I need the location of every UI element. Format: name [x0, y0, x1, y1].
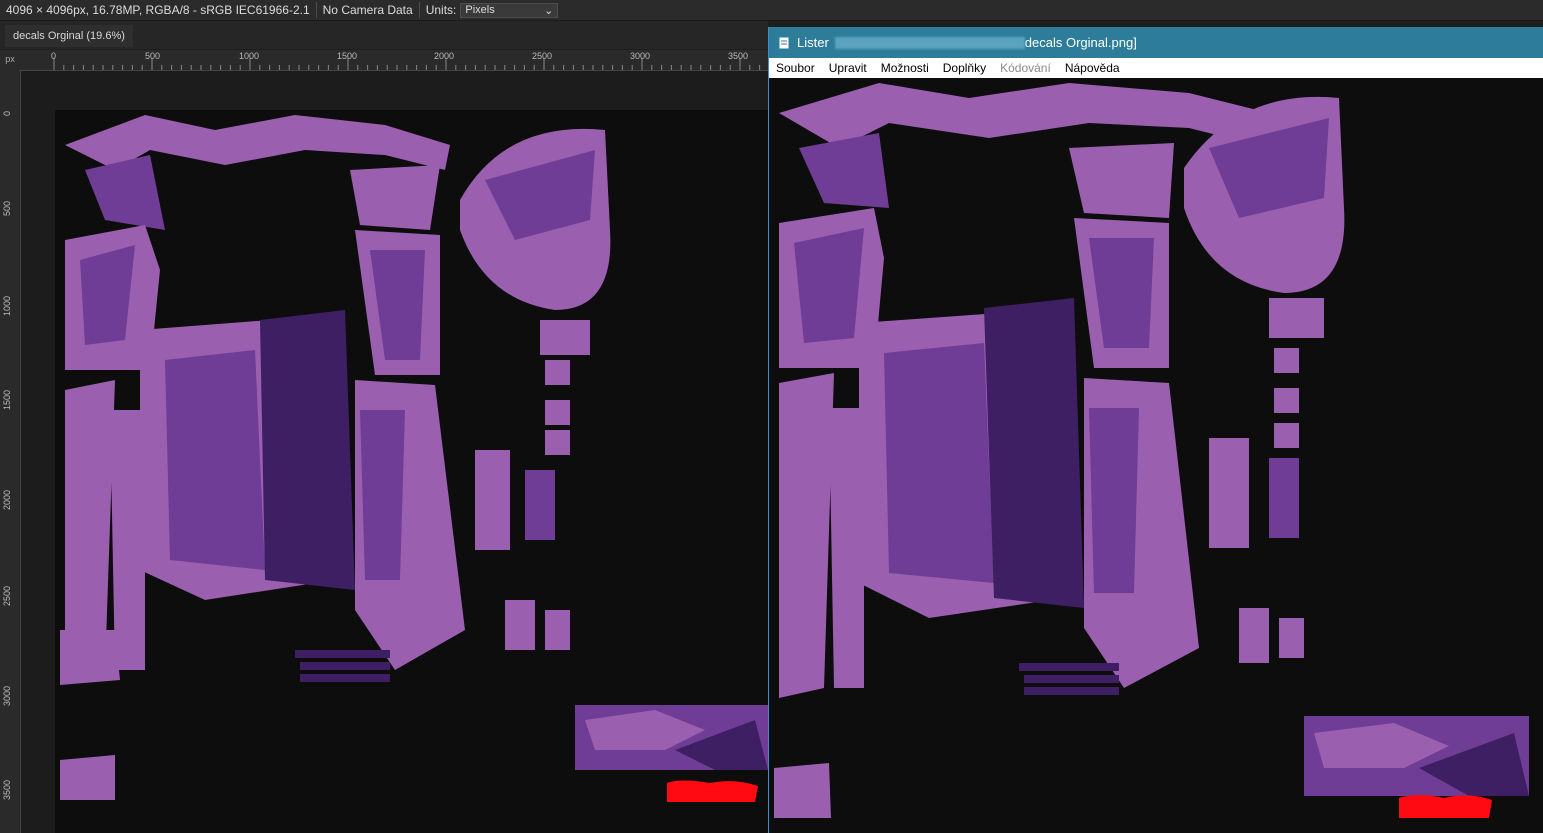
- ruler-label: 0: [51, 51, 57, 61]
- lister-window: Lister decals Orginal.png] Soubor Upravi…: [768, 27, 1543, 833]
- ruler-label: 500: [2, 200, 12, 216]
- ruler-label: 2000: [2, 489, 12, 510]
- menu-kodovani[interactable]: Kódování: [993, 61, 1058, 75]
- ruler-unit: px: [0, 50, 20, 70]
- menu-doplnky[interactable]: Doplňky: [936, 61, 993, 75]
- lister-title-suffix: decals Orginal.png]: [1024, 35, 1137, 50]
- document-info: 4096 × 4096px, 16.78MP, RGBA/8 - sRGB IE…: [6, 3, 310, 17]
- ruler-label: 2500: [532, 51, 553, 61]
- ruler-label: 3000: [2, 685, 12, 706]
- lister-icon: [777, 36, 791, 50]
- texture-canvas[interactable]: [55, 110, 768, 833]
- ruler-label: 3000: [630, 51, 651, 61]
- lister-image-view[interactable]: [769, 78, 1543, 833]
- ruler-label: 3500: [2, 779, 12, 800]
- units-field: Units: Pixels ⌄: [420, 0, 565, 20]
- ruler-label: 1500: [2, 389, 12, 410]
- menu-napoveda[interactable]: Nápověda: [1058, 61, 1127, 75]
- units-label: Units:: [425, 3, 457, 17]
- vertical-ruler[interactable]: 0 500 1000 1500 2000 2500 3000 3500: [0, 70, 21, 833]
- lister-title-bar[interactable]: Lister decals Orginal.png]: [769, 27, 1543, 58]
- camera-data-button[interactable]: No Camera Data: [317, 0, 419, 20]
- context-toolbar: 4096 × 4096px, 16.78MP, RGBA/8 - sRGB IE…: [0, 0, 1543, 21]
- ruler-label: 1000: [2, 295, 12, 316]
- decal-texture-preview: [774, 83, 1529, 818]
- ruler-ticks-h: [53, 58, 761, 70]
- ruler-label: 2000: [434, 51, 455, 61]
- ruler-label: 2500: [2, 585, 12, 606]
- ruler-label: 3500: [728, 51, 749, 61]
- lister-menu-bar: Soubor Upravit Možnosti Doplňky Kódování…: [769, 58, 1543, 78]
- menu-soubor[interactable]: Soubor: [769, 61, 822, 75]
- blurred-path: [834, 36, 1025, 49]
- ruler-label: 500: [145, 51, 161, 61]
- menu-moznosti[interactable]: Možnosti: [874, 61, 936, 75]
- menu-upravit[interactable]: Upravit: [822, 61, 874, 75]
- units-dropdown[interactable]: Pixels ⌄: [460, 2, 559, 18]
- horizontal-ruler[interactable]: 0 500 1000 1500 2000 2500 3000 3500: [20, 50, 768, 71]
- chevron-down-icon: ⌄: [544, 4, 554, 17]
- document-tab[interactable]: decals Orginal (19.6%): [5, 25, 133, 47]
- decal-texture-image: [60, 115, 768, 802]
- ruler-label: 1000: [239, 51, 260, 61]
- document-tab-bar: decals Orginal (19.6%): [0, 21, 768, 49]
- ruler-label: 1500: [337, 51, 358, 61]
- ruler-label: 0: [2, 110, 12, 116]
- uv-islands: [60, 115, 768, 802]
- lister-title-prefix: Lister: [797, 35, 829, 50]
- uv-islands-preview: [774, 83, 1529, 818]
- units-value: Pixels: [465, 4, 495, 16]
